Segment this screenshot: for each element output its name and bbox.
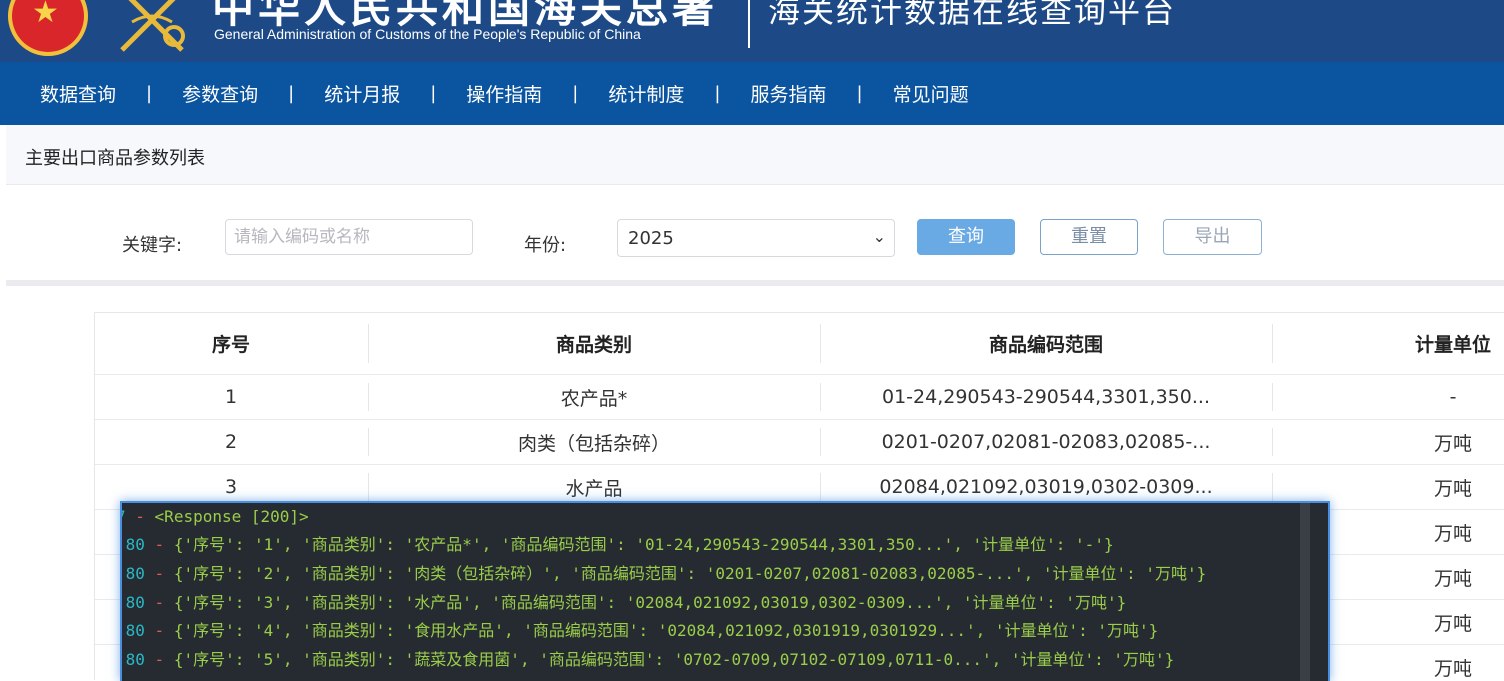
nav-item-service-guide[interactable]: 服务指南 (730, 80, 846, 107)
console-line: :80 - {'序号': '2', '商品类别': '肉类（包括杂碎）', '商… (122, 560, 1207, 588)
console-line-text: <Response [200]> (154, 507, 309, 526)
year-label: 年份: (524, 235, 567, 256)
table-row: 1 农产品* 01-24,290543-290544,3301,350... - (95, 375, 1504, 420)
cell-unit: 万吨 (1433, 432, 1472, 455)
console-line-text: {'序号': '2', '商品类别': '肉类（包括杂碎）', '商品编码范围'… (173, 564, 1207, 583)
cell-code-range: 01-24,290543-290544,3301,350... (882, 386, 1210, 408)
table-row: 2 肉类（包括杂碎） 0201-0207,02081-02083,02085-.… (95, 420, 1504, 465)
keyword-label: 关键字: (122, 235, 183, 256)
console-line-number: :80 (122, 621, 145, 640)
export-button[interactable]: 导出 (1163, 219, 1262, 255)
cell-code-range: 0201-0207,02081-02083,02085-... (881, 431, 1211, 453)
console-line: :80 - {'序号': '4', '商品类别': '食用水产品', '商品编码… (122, 617, 1159, 645)
banner-divider (748, 0, 750, 48)
filter-bar: 关键字: 年份: 2025 ⌄ 查询 重置 导出 (0, 185, 1504, 285)
console-scrollbar[interactable] (1300, 503, 1310, 681)
chevron-down-icon: ⌄ (872, 227, 886, 246)
nav-separator: | (714, 83, 721, 104)
column-header-unit: 计量单位 (1414, 334, 1491, 356)
console-line: :80 - {'序号': '1', '商品类别': '农产品*', '商品编码范… (122, 531, 1114, 559)
nav-item-data-query[interactable]: 数据查询 (0, 80, 136, 107)
console-dash: - (144, 535, 174, 554)
nav-item-monthly-report[interactable]: 统计月报 (304, 80, 420, 107)
nav-separator: | (572, 83, 579, 104)
nav-separator: | (856, 83, 863, 104)
console-line-text: {'序号': '1', '商品类别': '农产品*', '商品编码范围': '0… (173, 535, 1114, 554)
top-banner: ★ 中华人民共和国海关总署 General Administration of … (0, 0, 1504, 62)
console-line-text: {'序号': '4', '商品类别': '食用水产品', '商品编码范围': '… (173, 621, 1159, 640)
nav-separator: | (430, 83, 437, 104)
cell-index: 2 (224, 431, 238, 453)
reset-button[interactable]: 重置 (1040, 219, 1138, 255)
filter-divider (6, 280, 1504, 286)
keyword-input[interactable] (225, 219, 473, 255)
nav-item-guide[interactable]: 操作指南 (446, 80, 562, 107)
console-dash: - (144, 593, 174, 612)
console-line-number: :80 (122, 535, 145, 554)
console-line-number: :80 (122, 564, 145, 583)
column-header-index: 序号 (211, 334, 250, 356)
cell-category: 肉类（包括杂碎） (517, 432, 670, 455)
cell-category: 农产品* (560, 387, 628, 410)
platform-title: 海关统计数据在线查询平台 (768, 0, 1177, 30)
console-dash: - (144, 650, 174, 669)
console-line: 7 - <Response [200]> (122, 503, 309, 531)
nav-item-faq[interactable]: 常见问题 (873, 80, 989, 107)
year-select[interactable]: 2025 ⌄ (617, 219, 895, 257)
page-title: 主要出口商品参数列表 (25, 148, 205, 169)
console-dash: - (125, 507, 155, 526)
console-output-window[interactable]: 7 - <Response [200]> :80 - {'序号': '1', '… (120, 501, 1330, 681)
console-line: :80 - {'序号': '5', '商品类别': '蔬菜及食用菌', '商品编… (122, 646, 1175, 674)
nav-item-statistics-system[interactable]: 统计制度 (588, 80, 704, 107)
section-header: 主要出口商品参数列表 (6, 125, 1504, 185)
customs-emblem-icon (120, 0, 185, 52)
column-header-code-range: 商品编码范围 (988, 334, 1103, 356)
console-line-text: {'序号': '3', '商品类别': '水产品', '商品编码范围': '02… (173, 593, 1127, 612)
console-line: :80 - {'序号': '3', '商品类别': '水产品', '商品编码范围… (122, 589, 1127, 617)
nav-separator: | (288, 83, 295, 104)
console-dash: - (144, 621, 174, 640)
console-line-number: :80 (122, 593, 145, 612)
console-line-number: :80 (122, 650, 145, 669)
year-select-value: 2025 (628, 228, 674, 249)
cell-unit: - (1449, 386, 1457, 408)
query-button[interactable]: 查询 (917, 219, 1015, 255)
column-header-category: 商品类别 (555, 334, 632, 356)
console-line-text: {'序号': '5', '商品类别': '蔬菜及食用菌', '商品编码范围': … (173, 650, 1175, 669)
console-dash: - (144, 564, 174, 583)
nav-separator: | (146, 83, 153, 104)
national-emblem-icon: ★ (8, 0, 88, 56)
nav-item-param-query[interactable]: 参数查询 (162, 80, 278, 107)
main-nav: 数据查询 | 参数查询 | 统计月报 | 操作指南 | 统计制度 | 服务指南 … (0, 62, 1504, 125)
cell-index: 1 (224, 386, 238, 408)
site-title-en: General Administration of Customs of the… (214, 26, 641, 42)
table-header-row: 序号 商品类别 商品编码范围 计量单位 (95, 313, 1504, 375)
